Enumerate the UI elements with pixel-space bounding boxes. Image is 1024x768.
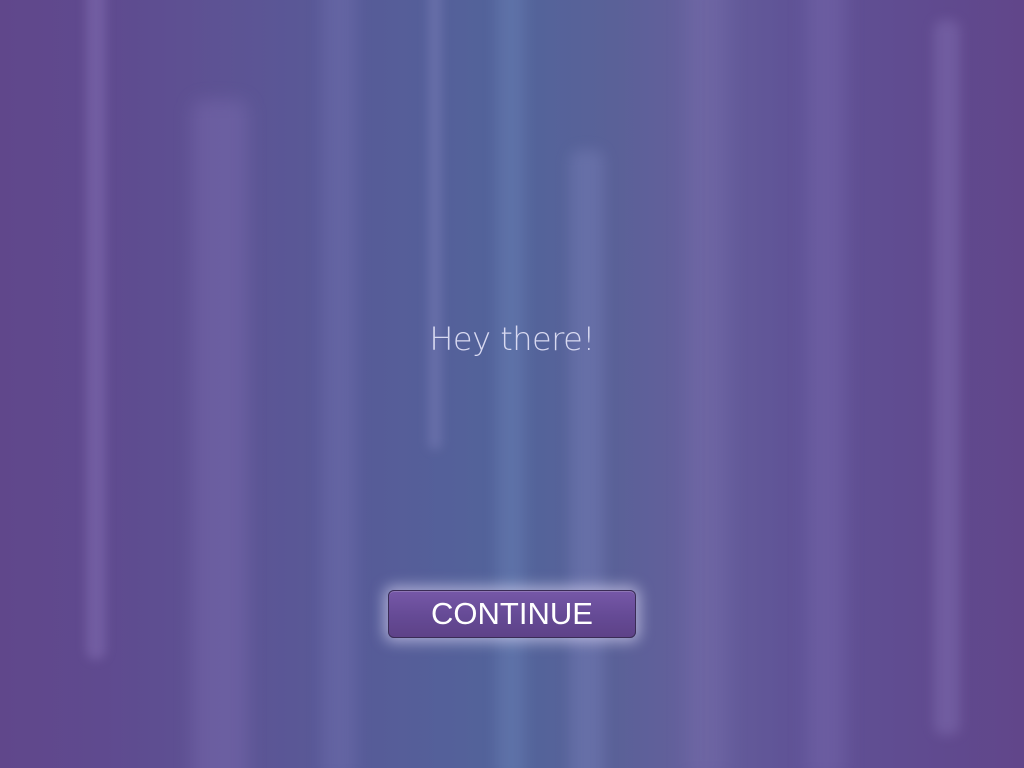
welcome-screen: Hey there! CONTINUE	[0, 0, 1024, 768]
continue-button[interactable]: CONTINUE	[388, 590, 636, 638]
background-light-stripe	[428, 0, 442, 450]
background-light-stripe	[806, 0, 846, 768]
background-light-stripe	[686, 0, 728, 768]
background-light-stripe	[934, 20, 960, 735]
background-light-stripe	[497, 0, 525, 768]
background-light-stripe	[192, 100, 248, 768]
greeting-text: Hey there!	[429, 320, 595, 358]
background-light-stripe	[570, 150, 604, 768]
background-light-stripe	[322, 0, 356, 768]
